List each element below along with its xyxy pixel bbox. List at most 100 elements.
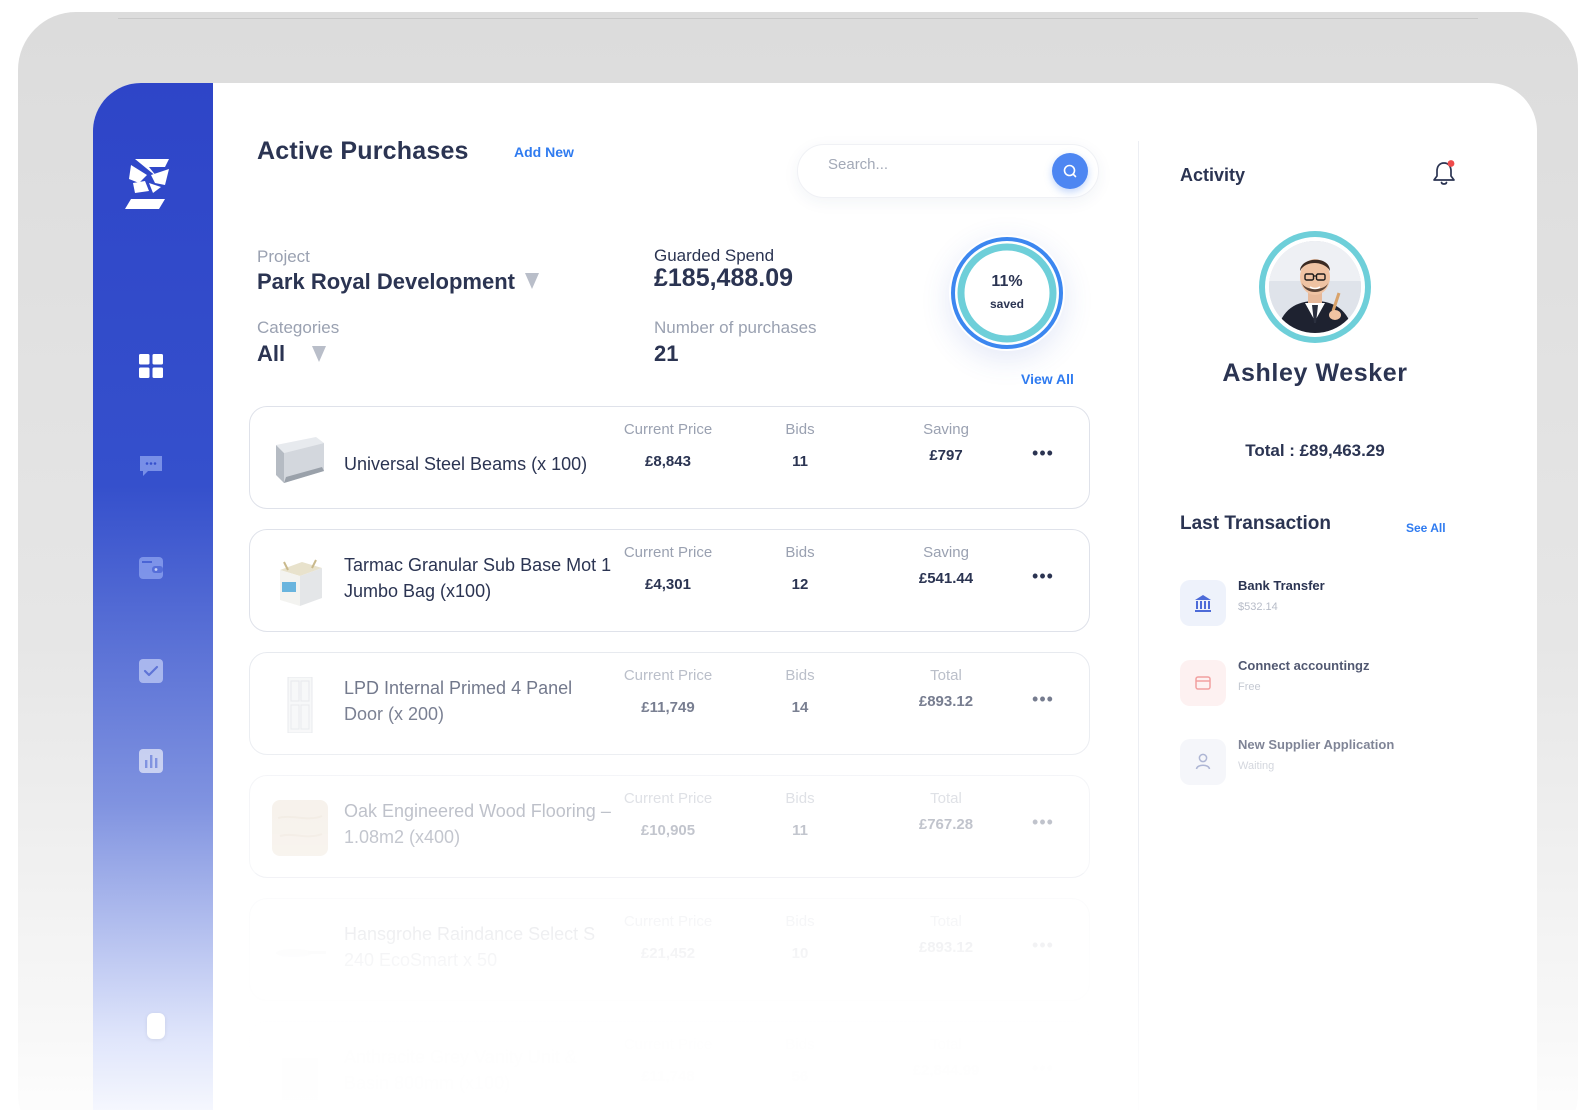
page-title: Active Purchases <box>257 137 469 165</box>
current-price-label: Current Price <box>623 421 713 438</box>
guarded-spend-label: Guarded Spend <box>654 246 775 265</box>
bank-icon <box>1180 580 1226 626</box>
purchase-name: Anthracite Grey Vanity Unit & Basin 800m… <box>344 1047 577 1093</box>
current-price-value: £10,905 <box>640 822 696 839</box>
transaction-detail: Waiting <box>1238 760 1275 772</box>
purchase-card[interactable]: LPD Internal Primed 4 Panel Door (x 200)… <box>249 652 1090 755</box>
app-logo <box>125 159 169 209</box>
see-all-link[interactable]: See All <box>1406 521 1446 535</box>
add-new-link[interactable]: Add New <box>514 144 574 160</box>
current-price-value: £11,749 <box>641 699 695 716</box>
wood-flooring-icon <box>272 800 328 856</box>
purchase-card[interactable]: Tarmac Granular Sub Base Mot 1 Jumbo Bag… <box>249 529 1090 632</box>
tasks-icon[interactable] <box>138 658 164 684</box>
search-input[interactable] <box>828 153 1038 175</box>
device-top-edge <box>118 18 1478 19</box>
project-dropdown-icon[interactable] <box>525 272 539 290</box>
notification-bell-icon[interactable] <box>1431 159 1457 187</box>
categories-label: Categories <box>257 318 340 337</box>
saving-value: £2,844.99 <box>912 1062 980 1079</box>
wallet-icon <box>1180 660 1226 706</box>
saving-label: Saving <box>923 544 969 561</box>
current-price-label: Current Price <box>623 790 713 807</box>
door-icon <box>272 676 328 734</box>
saving-value: £797 <box>929 447 963 464</box>
more-options-icon[interactable]: ••• <box>1028 1059 1058 1082</box>
bids-value: 14 <box>791 699 809 716</box>
user-total: Total : £89,463.29 <box>1245 441 1385 460</box>
purchase-card[interactable]: Oak Engineered Wood Flooring – 1.08m2 (x… <box>249 775 1090 878</box>
vanity-unit-icon <box>272 1046 328 1102</box>
transaction-title: Bank Transfer <box>1238 578 1325 593</box>
saving-value: £767.28 <box>918 816 974 833</box>
current-price-label: Current Price <box>623 1036 713 1053</box>
transaction-item[interactable]: New Supplier Application Waiting <box>1180 737 1480 785</box>
jumbo-bag-icon <box>272 554 328 610</box>
transaction-title: Connect accountingz <box>1238 658 1370 673</box>
bids-label: Bids <box>785 1036 815 1053</box>
transaction-detail: $532.14 <box>1238 601 1278 613</box>
current-price-value: £8,843 <box>645 453 691 470</box>
purchase-name: Hansgrohe Raindance Select S 240 EcoSmar… <box>344 924 596 970</box>
sidebar <box>93 83 213 1110</box>
more-options-icon[interactable]: ••• <box>1028 936 1058 959</box>
current-price-value: £4,301 <box>645 576 691 593</box>
saved-percent: 11% <box>991 273 1023 290</box>
saving-label: Saving <box>923 421 969 438</box>
bids-value: 56 <box>791 1068 809 1085</box>
saving-value: £893.12 <box>918 693 974 710</box>
search-button[interactable] <box>1052 153 1088 189</box>
guarded-spend-value: £185,488.09 <box>654 264 794 292</box>
savings-ring-graphic <box>951 237 1063 349</box>
last-transaction-title: Last Transaction <box>1180 513 1331 534</box>
transaction-detail: Free <box>1238 681 1261 693</box>
user-portrait <box>1269 241 1361 333</box>
current-price-value: £11,748 <box>641 1068 695 1085</box>
device-frame: Active Purchases Add New Project Park Ro… <box>18 12 1578 1110</box>
app-screen: Active Purchases Add New Project Park Ro… <box>93 83 1537 1110</box>
transaction-item[interactable]: Bank Transfer $532.14 <box>1180 578 1480 626</box>
purchases-count-label: Number of purchases <box>654 318 817 337</box>
settings-toggle[interactable] <box>147 1013 165 1039</box>
saving-value: £893.12 <box>918 939 974 956</box>
bids-value: 10 <box>791 945 809 962</box>
bids-label: Bids <box>785 790 815 807</box>
bids-value: 11 <box>792 822 808 839</box>
current-price-value: £21,452 <box>640 945 696 962</box>
bids-label: Bids <box>785 913 815 930</box>
more-options-icon[interactable]: ••• <box>1028 813 1058 836</box>
bids-value: 12 <box>791 576 809 593</box>
categories-select[interactable]: All <box>257 341 285 367</box>
view-all-link[interactable]: View All <box>1021 371 1074 387</box>
activity-panel: Activity Ashley Wesker Total: £89,463.2… <box>1143 83 1537 1110</box>
purchase-name: Oak Engineered Wood Flooring – 1.08m2 (x… <box>344 801 611 847</box>
saving-label: Total <box>930 913 962 930</box>
categories-dropdown-icon[interactable] <box>312 345 326 363</box>
savings-ring: 11% saved <box>927 213 1087 373</box>
more-options-icon[interactable]: ••• <box>1028 444 1058 467</box>
user-icon <box>1180 739 1226 785</box>
project-label: Project <box>257 247 310 266</box>
purchase-card[interactable]: Anthracite Grey Vanity Unit & Basin 800m… <box>249 1021 1090 1110</box>
transaction-item[interactable]: Connect accountingz Free <box>1180 658 1480 706</box>
avatar <box>1269 241 1361 333</box>
main-content: Active Purchases Add New Project Park Ro… <box>213 83 1143 1110</box>
wallet-icon[interactable] <box>138 555 164 581</box>
transaction-title: New Supplier Application <box>1238 737 1395 752</box>
dashboard-icon[interactable] <box>138 353 164 379</box>
bids-value: 11 <box>792 453 808 470</box>
bids-label: Bids <box>785 421 815 438</box>
purchase-name: LPD Internal Primed 4 Panel Door (x 200) <box>344 678 573 724</box>
purchase-card[interactable]: Hansgrohe Raindance Select S 240 EcoSmar… <box>249 898 1090 1001</box>
shower-head-icon <box>272 923 328 979</box>
search-box <box>797 144 1099 198</box>
messages-icon[interactable] <box>138 453 164 479</box>
current-price-label: Current Price <box>623 544 713 561</box>
project-select[interactable]: Park Royal Development <box>257 269 515 295</box>
bids-label: Bids <box>785 667 815 684</box>
search-icon <box>1063 164 1077 178</box>
more-options-icon[interactable]: ••• <box>1028 567 1058 590</box>
more-options-icon[interactable]: ••• <box>1028 690 1058 713</box>
purchase-card[interactable]: Universal Steel Beams (x 100) Current Pri… <box>249 406 1090 509</box>
reports-icon[interactable] <box>138 748 164 774</box>
